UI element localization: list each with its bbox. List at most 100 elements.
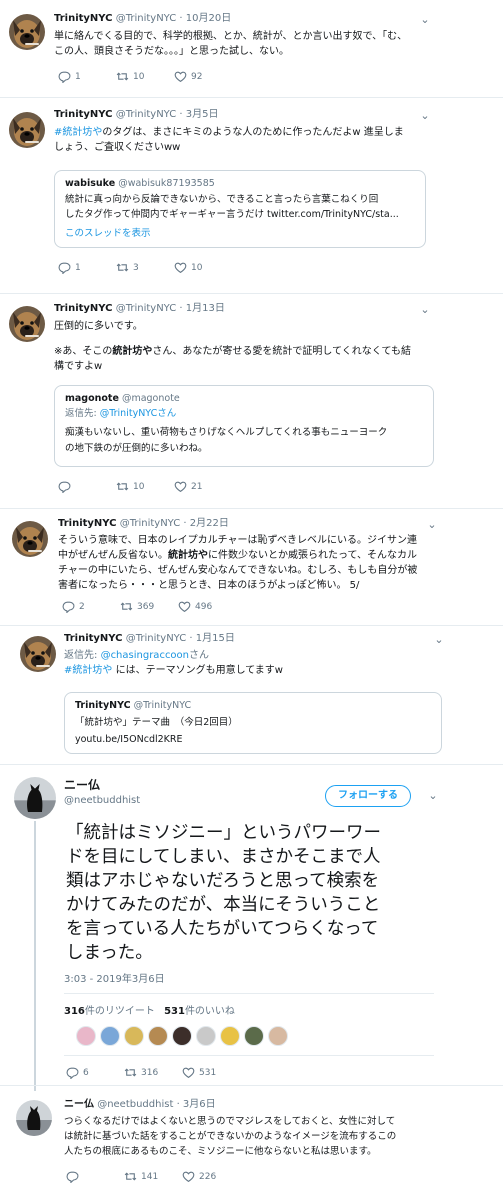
reply-icon xyxy=(58,480,71,493)
tweet-reply[interactable]: ニー仏 @neetbuddhist · 3月6日 つらくなるだけではよくないと思… xyxy=(0,1090,503,1200)
liker-avatar[interactable] xyxy=(220,1026,240,1046)
hashtag-link[interactable]: #統計坊や xyxy=(54,127,102,138)
show-thread-link[interactable]: このスレッドを表示 xyxy=(65,227,151,241)
like-button[interactable]: 531 xyxy=(182,1066,216,1079)
reply-icon xyxy=(66,1066,79,1079)
quoted-tweet[interactable]: wabisuke @wabisuk87193585 統計に真っ向から反論できない… xyxy=(54,170,426,248)
avatar[interactable] xyxy=(9,306,45,342)
handle[interactable]: @TrinityNYC xyxy=(120,518,181,529)
retweet-button[interactable]: 316 xyxy=(124,1066,158,1079)
retweet-button[interactable]: 3 xyxy=(116,261,139,274)
display-name[interactable]: ニー仏 xyxy=(64,777,140,793)
tweet-text-line: この人、頭良さそうだな。。。」と思った試し、ない。 xyxy=(54,46,289,57)
hashtag-link[interactable]: #統計坊や xyxy=(64,665,112,676)
like-button[interactable]: 10 xyxy=(174,261,202,274)
retweet-count: 10 xyxy=(133,481,145,492)
main-tweet[interactable]: ニー仏 @neetbuddhist フォローする ⌄ 「統計はミソジニー」という… xyxy=(0,765,503,1085)
liker-avatar[interactable] xyxy=(196,1026,216,1046)
like-count: 226 xyxy=(199,1171,217,1182)
like-total[interactable]: 531 xyxy=(164,1006,185,1017)
handle[interactable]: @TrinityNYC xyxy=(116,303,177,314)
like-button[interactable]: 226 xyxy=(182,1170,216,1183)
like-button[interactable]: 92 xyxy=(174,70,202,83)
reply-button[interactable] xyxy=(58,480,75,493)
retweet-button[interactable]: 369 xyxy=(120,600,154,613)
chevron-down-icon[interactable]: ⌄ xyxy=(418,110,432,122)
avatar[interactable] xyxy=(16,1100,52,1136)
timestamp[interactable]: · 1月13日 xyxy=(179,303,224,314)
like-button[interactable]: 21 xyxy=(174,480,202,493)
avatar[interactable] xyxy=(9,112,45,148)
avatar[interactable] xyxy=(20,636,56,672)
liker-avatar[interactable] xyxy=(172,1026,192,1046)
retweet-total[interactable]: 316 xyxy=(64,1006,85,1017)
liker-avatar[interactable] xyxy=(268,1026,288,1046)
tweet-3[interactable]: TrinityNYC @TrinityNYC · 1月13日 ⌄ 圧倒的に多いで… xyxy=(0,294,503,508)
handle[interactable]: @neetbuddhist xyxy=(64,793,140,809)
like-button[interactable]: 496 xyxy=(178,600,212,613)
timestamp[interactable]: · 3月5日 xyxy=(179,109,218,120)
tweet-2[interactable]: TrinityNYC @TrinityNYC · 3月5日 ⌄ #統計坊やのタグ… xyxy=(0,98,503,293)
chevron-down-icon[interactable]: ⌄ xyxy=(432,634,446,646)
quoted-tweet[interactable]: TrinityNYC @TrinityNYC 「統計坊や」テーマ曲 （今日2回目… xyxy=(64,692,442,754)
avatar[interactable] xyxy=(9,14,45,50)
liker-avatar[interactable] xyxy=(244,1026,264,1046)
tweet-text-line: ドを目にしてしまい、まさかそこまで人 xyxy=(66,847,381,867)
display-name[interactable]: TrinityNYC xyxy=(64,633,123,644)
reply-button[interactable]: 6 xyxy=(66,1066,89,1079)
timestamp[interactable]: · 3月6日 xyxy=(177,1099,216,1110)
display-name[interactable]: TrinityNYC xyxy=(54,109,113,120)
like-count: 531 xyxy=(199,1067,217,1078)
quoted-tweet[interactable]: magonote @magonote 返信先: @TrinityNYCさん 痴漢… xyxy=(54,385,434,467)
tweet-text-line: 害者になったら・・・と思うとき、日本のほうがよっぽど怖い。 5/ xyxy=(58,580,360,591)
display-name[interactable]: TrinityNYC xyxy=(54,13,113,24)
retweet-button[interactable]: 10 xyxy=(116,70,144,83)
liker-avatar[interactable] xyxy=(100,1026,120,1046)
liker-avatar[interactable] xyxy=(148,1026,168,1046)
timestamp[interactable]: · 2月22日 xyxy=(183,518,228,529)
reply-icon xyxy=(58,70,71,83)
handle[interactable]: @TrinityNYC xyxy=(116,13,177,24)
timestamp[interactable]: · 1月15日 xyxy=(189,633,234,644)
tweet-text: には、テーマソングも用意してますw xyxy=(112,665,283,676)
quote-handle: @TrinityNYC xyxy=(133,700,192,711)
follow-button[interactable]: フォローする xyxy=(325,785,411,807)
chevron-down-icon[interactable]: ⌄ xyxy=(418,14,432,26)
tweet-text-line: しょう、ご査収くださいww xyxy=(54,142,181,153)
tweet-timestamp[interactable]: 3:03 - 2019年3月6日 xyxy=(64,973,165,987)
display-name[interactable]: TrinityNYC xyxy=(58,518,117,529)
reply-button[interactable]: 1 xyxy=(58,261,81,274)
chevron-down-icon[interactable]: ⌄ xyxy=(426,790,440,802)
avatar[interactable] xyxy=(14,777,56,819)
tweet-1[interactable]: TrinityNYC @TrinityNYC · 10月20日 ⌄ 単に絡んでく… xyxy=(0,0,503,97)
chevron-down-icon[interactable]: ⌄ xyxy=(418,304,432,316)
handle[interactable]: @TrinityNYC xyxy=(116,109,177,120)
reply-button[interactable] xyxy=(66,1170,83,1183)
like-count: 21 xyxy=(191,481,203,492)
heart-icon xyxy=(174,70,187,83)
retweet-button[interactable]: 141 xyxy=(124,1170,158,1183)
reply-to-link[interactable]: @TrinityNYCさん xyxy=(100,408,176,419)
tweet-text-line: を言っている人たちがいてつらくなって xyxy=(66,919,379,939)
reply-button[interactable]: 2 xyxy=(62,600,85,613)
tweet-text-line: 構ですよw xyxy=(54,361,103,372)
timestamp[interactable]: · 10月20日 xyxy=(179,13,231,24)
liker-avatar[interactable] xyxy=(76,1026,96,1046)
chevron-down-icon[interactable]: ⌄ xyxy=(425,519,439,531)
avatar[interactable] xyxy=(12,521,48,557)
display-name[interactable]: TrinityNYC xyxy=(54,303,113,314)
handle[interactable]: @TrinityNYC xyxy=(126,633,187,644)
handle[interactable]: @neetbuddhist xyxy=(97,1099,173,1110)
retweet-button[interactable]: 10 xyxy=(116,480,144,493)
reply-to-link[interactable]: @chasingraccoon xyxy=(101,650,189,661)
quote-text-line: 痴漢もいないし、重い荷物もさりげなくヘルプしてくれる事もニューヨーク xyxy=(65,427,388,438)
tweet-text-line: 圧倒的に多いです。 xyxy=(54,321,143,332)
display-name[interactable]: ニー仏 xyxy=(64,1099,94,1110)
tweet-5[interactable]: TrinityNYC @TrinityNYC · 1月15日 ⌄ 返信先: @c… xyxy=(0,626,503,764)
liker-avatar[interactable] xyxy=(124,1026,144,1046)
reply-button[interactable]: 1 xyxy=(58,70,81,83)
tweet-text-line: 人たちの根底にあるものこそ、ミソジニーに他ならないと私は思います。 xyxy=(64,1146,377,1157)
tweet-4[interactable]: TrinityNYC @TrinityNYC · 2月22日 ⌄ そういう意味で… xyxy=(0,509,503,625)
like-total-label: 件のいいね xyxy=(184,1006,235,1017)
quote-link[interactable]: youtu.be/I5ONcdl2KRE xyxy=(75,733,183,747)
